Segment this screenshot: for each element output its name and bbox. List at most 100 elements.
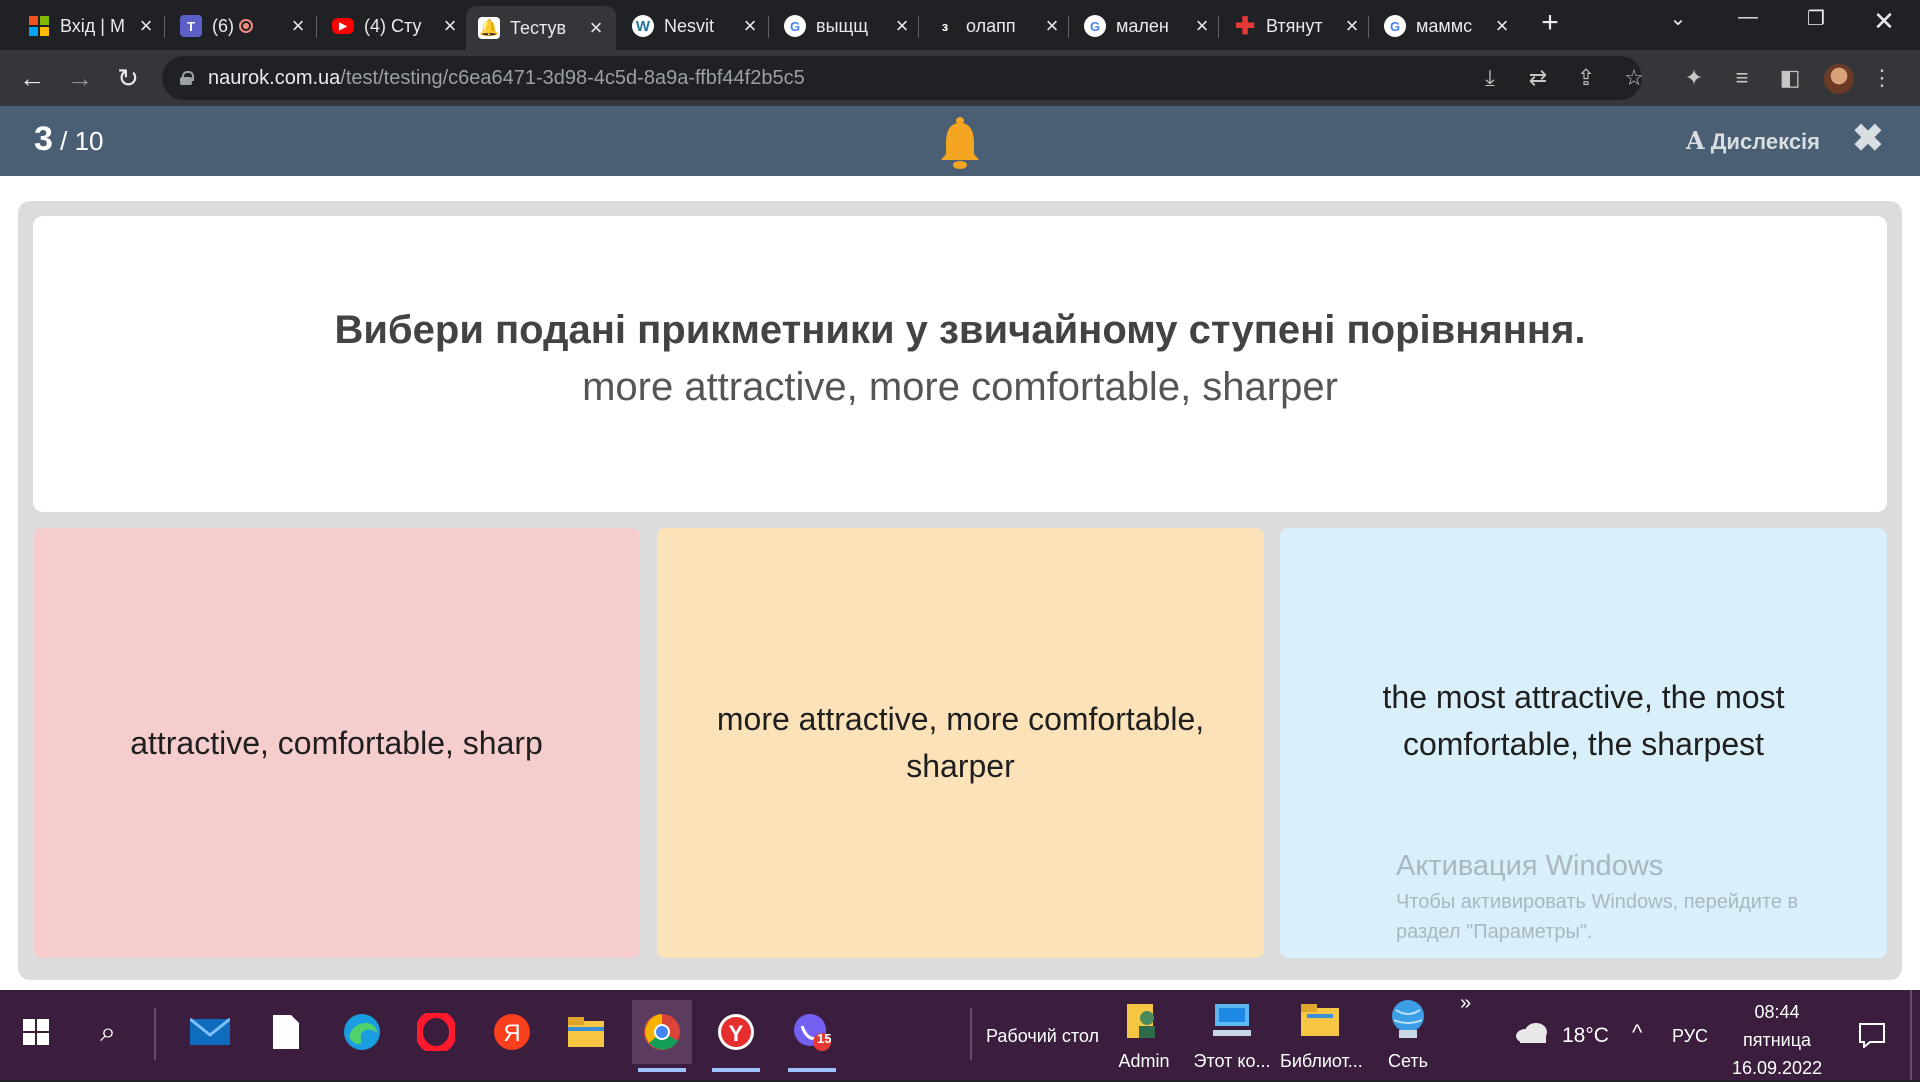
dyslexia-toggle[interactable]: A Дислексія: [1686, 126, 1820, 155]
tab-separator: [316, 16, 317, 38]
search-icon[interactable]: ⌕: [78, 1000, 138, 1064]
close-icon[interactable]: ×: [1192, 13, 1212, 39]
google-icon: G: [1384, 15, 1406, 37]
computer-icon: [1213, 1004, 1251, 1036]
google-icon: G: [1084, 15, 1106, 37]
windows-taskbar: ⌕ Я Y 15 Рабочий стол Admin Этот ко... Б…: [0, 990, 1920, 1080]
media-control-icon[interactable]: ≡: [1728, 64, 1756, 92]
share-icon[interactable]: ⇪: [1572, 64, 1600, 92]
tab-title: Вхід | M: [60, 15, 125, 36]
desk-item-this-pc[interactable]: Этот ко...: [1192, 996, 1272, 1072]
tab[interactable]: T (6) ×: [168, 8, 318, 44]
tab-title: олапп: [966, 15, 1016, 36]
tab-title: (4) Сту: [364, 15, 422, 36]
tab[interactable]: G маммс ×: [1372, 8, 1522, 44]
answer-text: the most attractive, the most comfortabl…: [1382, 679, 1785, 762]
close-icon[interactable]: ×: [1342, 13, 1362, 39]
chrome-taskbar-icon[interactable]: [632, 1000, 692, 1072]
tab-strip: Вхід | M × T (6) × ▶ (4) Сту × 🔔 Тестув …: [0, 0, 1920, 50]
back-button[interactable]: ←: [16, 62, 48, 94]
total-questions: / 10: [52, 126, 104, 156]
answer-option-2[interactable]: more attractive, more comfortable, sharp…: [657, 528, 1264, 958]
browser-toolbar: ← → ↻ naurok.com.ua/test/testing/c6ea647…: [0, 50, 1920, 106]
show-desktop-button[interactable]: [1910, 990, 1912, 1080]
quiz-close-button[interactable]: ✖: [1852, 120, 1884, 158]
address-bar[interactable]: naurok.com.ua/test/testing/c6ea6471-3d98…: [162, 56, 1642, 100]
close-icon[interactable]: ×: [288, 13, 308, 39]
close-icon[interactable]: ×: [1042, 13, 1062, 39]
mail-app-icon[interactable]: [180, 1000, 240, 1064]
tab[interactable]: з олапп ×: [922, 8, 1072, 44]
tab[interactable]: ✚ Втянут ×: [1222, 8, 1372, 44]
restore-button[interactable]: ❐: [1796, 6, 1836, 31]
microsoft-icon: [28, 15, 50, 37]
yandex-browser-icon[interactable]: Y: [706, 1000, 766, 1072]
profile-avatar[interactable]: [1824, 64, 1854, 94]
answer-text: more attractive, more comfortable, sharp…: [716, 701, 1205, 784]
tab-separator: [1368, 16, 1369, 38]
viber-icon[interactable]: 15: [782, 1000, 842, 1072]
tab[interactable]: ▶ (4) Сту ×: [320, 8, 470, 44]
toolbar-overflow-chevron-icon[interactable]: »: [1460, 992, 1471, 1015]
temperature[interactable]: 18°C: [1562, 1024, 1609, 1048]
clock[interactable]: 08:44 пятница 16.09.2022: [1732, 998, 1822, 1082]
taskbar-divider: [154, 1008, 156, 1060]
library-folder-icon: [1301, 1004, 1339, 1036]
close-icon[interactable]: ×: [740, 13, 760, 39]
tab[interactable]: G мален ×: [1072, 8, 1222, 44]
tab-title: Тестув: [510, 17, 567, 38]
windows-logo-icon: [23, 1019, 49, 1045]
tab-separator: [1218, 16, 1219, 38]
minimize-button[interactable]: —: [1728, 6, 1768, 29]
close-icon[interactable]: ×: [586, 15, 606, 41]
tab-active[interactable]: 🔔 Тестув ×: [466, 6, 616, 50]
opera-icon[interactable]: [406, 1000, 466, 1064]
bookmark-star-icon[interactable]: ☆: [1620, 64, 1648, 92]
desk-item-label: Этот ко...: [1193, 1051, 1271, 1071]
extensions-icon[interactable]: ✦: [1680, 64, 1708, 92]
google-icon: G: [784, 15, 806, 37]
new-tab-button[interactable]: +: [1536, 8, 1564, 38]
close-icon[interactable]: ×: [440, 13, 460, 39]
clock-time: 08:44: [1754, 1002, 1800, 1022]
side-panel-icon[interactable]: ◧: [1776, 64, 1804, 92]
desk-item-admin[interactable]: Admin: [1104, 996, 1184, 1072]
viber-badge: 15: [817, 1031, 832, 1046]
close-icon[interactable]: ×: [1492, 13, 1512, 39]
window-close-button[interactable]: ✕: [1864, 6, 1904, 37]
yandex-icon[interactable]: Я: [482, 1000, 542, 1064]
menu-icon[interactable]: ⋮: [1868, 64, 1896, 92]
desktop-toolbar-label[interactable]: Рабочий стол: [986, 1026, 1099, 1047]
file-explorer-icon[interactable]: [556, 1000, 616, 1064]
desk-item-network[interactable]: Сеть: [1368, 996, 1448, 1072]
close-icon[interactable]: ×: [892, 13, 912, 39]
edge-icon[interactable]: [332, 1000, 392, 1064]
question-title: Вибери подані прикметники у звичайному с…: [334, 308, 1586, 352]
tab[interactable]: W Nesvit ×: [620, 8, 770, 44]
desk-item-libraries[interactable]: Библиот...: [1280, 996, 1363, 1072]
watermark-title: Активация Windows: [1396, 850, 1664, 882]
notifications-icon[interactable]: [1858, 1022, 1886, 1048]
close-icon[interactable]: ×: [136, 13, 156, 39]
site-3-icon: з: [941, 18, 949, 34]
start-button[interactable]: [6, 1000, 66, 1064]
font-a-icon: A: [1686, 126, 1705, 155]
forward-button[interactable]: →: [64, 62, 96, 94]
user-folder-icon: [1127, 1004, 1155, 1038]
document-icon[interactable]: [256, 1000, 316, 1064]
tab-title: выщщ: [816, 15, 869, 36]
svg-text:Я: Я: [503, 1020, 520, 1047]
tab[interactable]: G выщщ ×: [772, 8, 922, 44]
install-app-icon[interactable]: ⤓: [1476, 64, 1504, 92]
reload-button[interactable]: ↻: [112, 62, 144, 94]
tab[interactable]: Вхід | M ×: [16, 8, 166, 44]
language-indicator[interactable]: РУС: [1672, 1026, 1708, 1047]
answer-option-1[interactable]: attractive, comfortable, sharp: [33, 528, 640, 958]
clock-day: пятница: [1742, 1030, 1812, 1050]
quiz-header: 3 / 10 A Дислексія ✖: [0, 106, 1920, 176]
tray-expand-chevron-icon[interactable]: ^: [1632, 1020, 1642, 1046]
network-globe-icon: [1392, 1000, 1424, 1038]
naurok-bell-icon: 🔔: [478, 17, 500, 39]
translate-icon[interactable]: ⇄: [1524, 64, 1552, 92]
tab-search-icon[interactable]: ⌄: [1658, 6, 1698, 31]
